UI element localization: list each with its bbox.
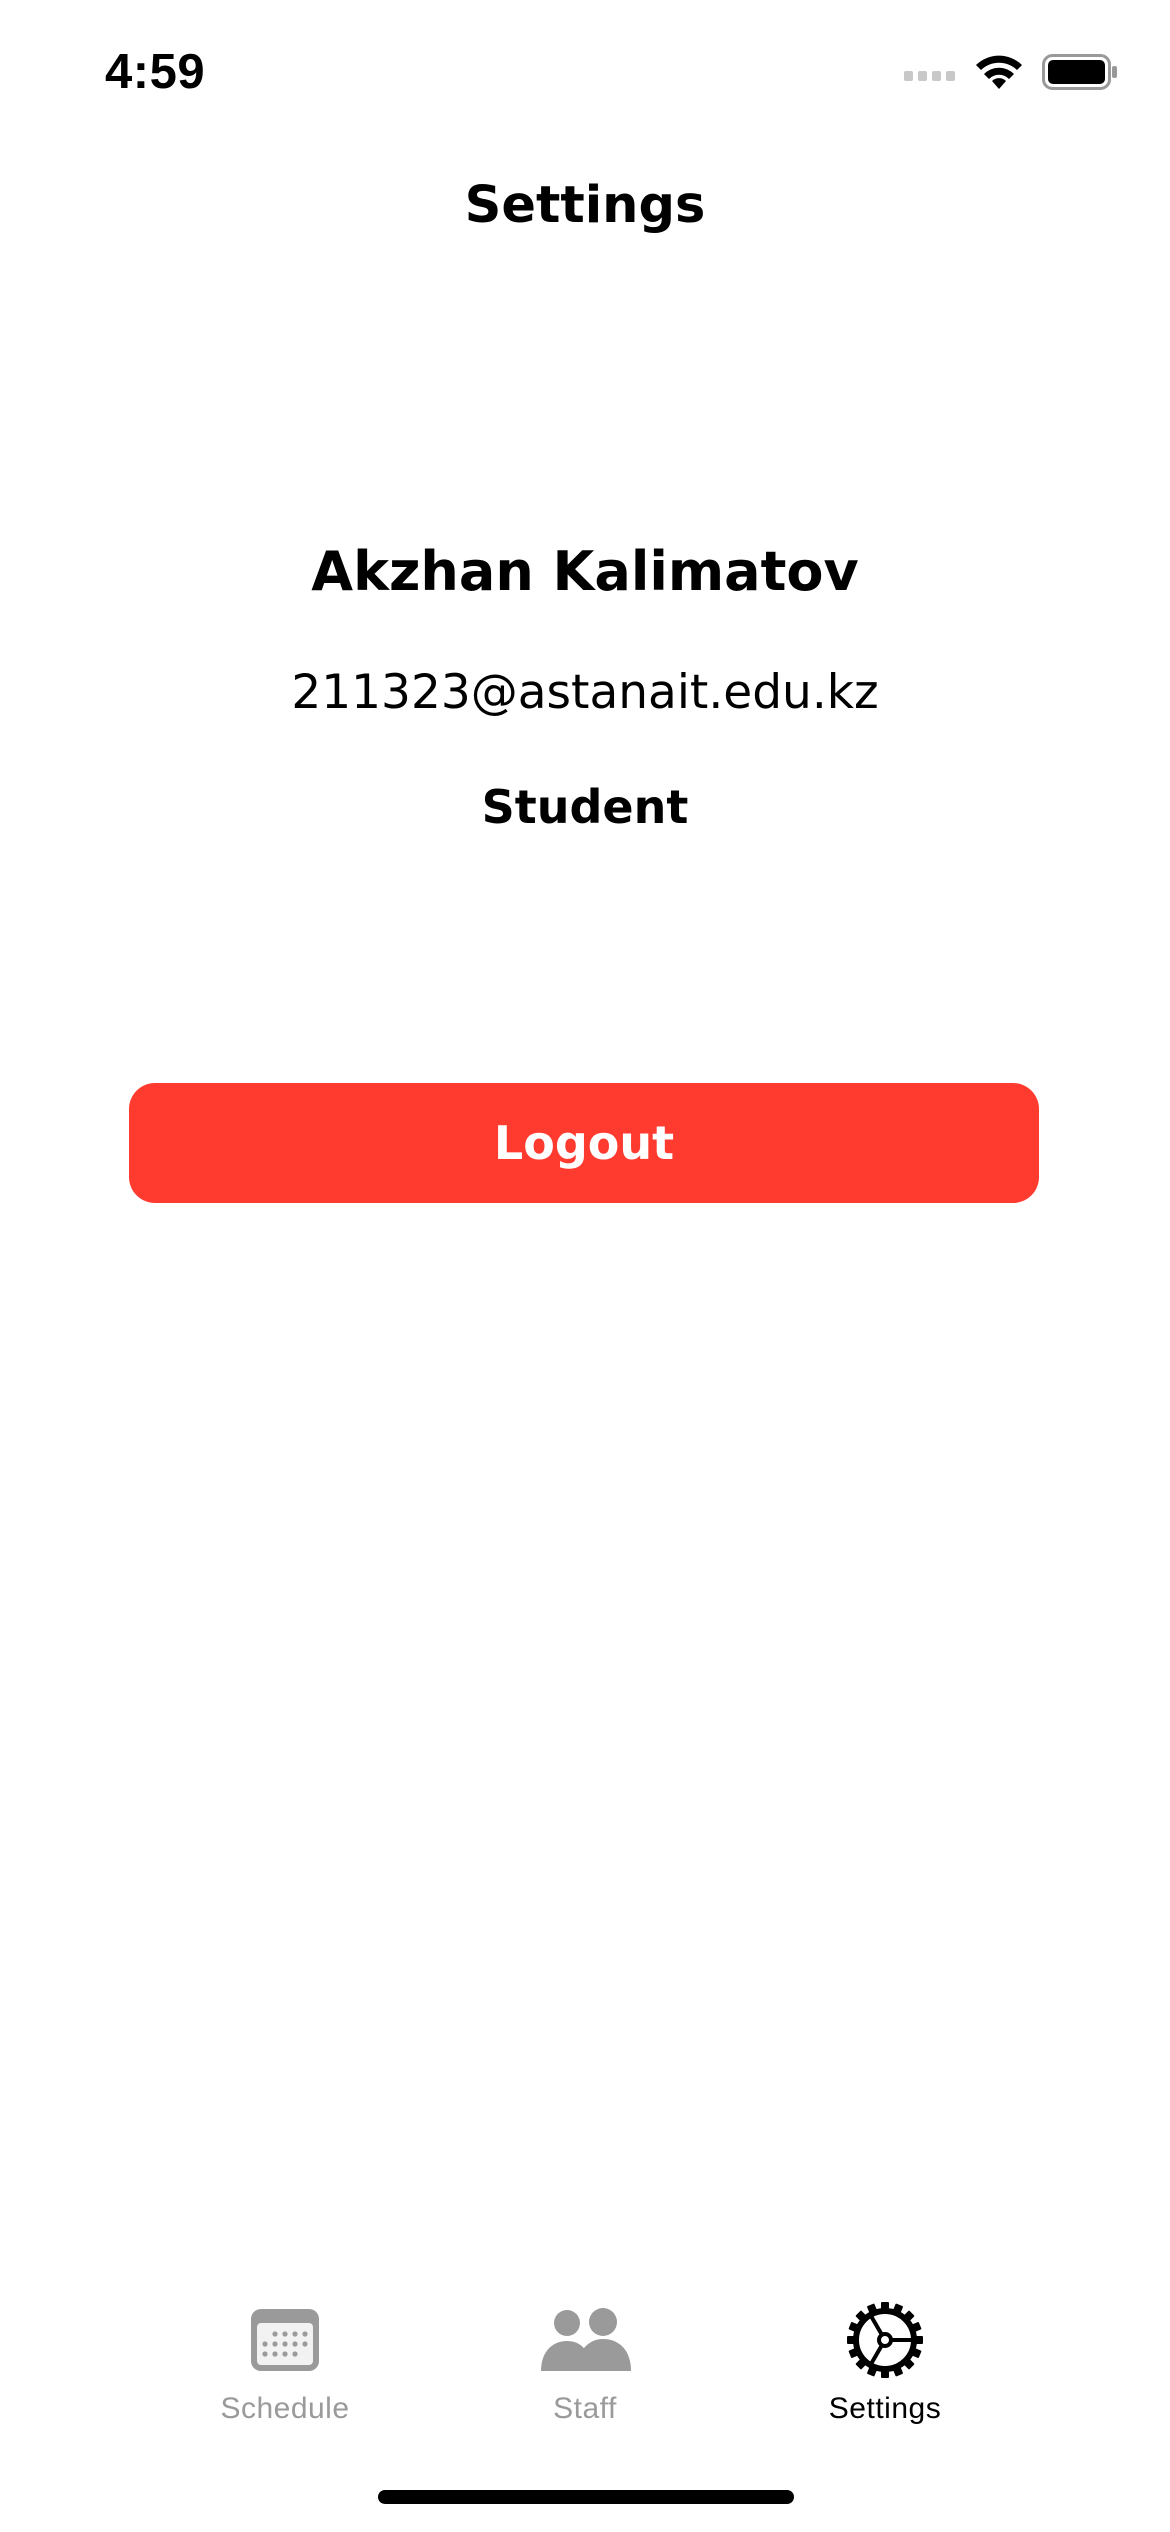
status-icons (904, 50, 1118, 98)
status-bar: 4:59 (0, 0, 1170, 140)
tab-label: Schedule (220, 2392, 350, 2425)
home-indicator[interactable] (378, 2490, 794, 2504)
user-email: 211323@astanait.edu.kz (291, 665, 879, 720)
gear-icon (835, 2300, 935, 2380)
battery-icon (1042, 53, 1118, 95)
tab-bar: Schedule Staff Settings (0, 2270, 1170, 2450)
wifi-icon (974, 53, 1024, 96)
people-icon (535, 2300, 635, 2380)
tab-label: Staff (553, 2392, 617, 2425)
status-time: 4:59 (105, 45, 206, 99)
logout-button[interactable]: Logout (129, 1083, 1039, 1203)
tab-schedule[interactable]: Schedule (155, 2270, 415, 2440)
tab-staff[interactable]: Staff (455, 2270, 715, 2440)
cellular-signal-icon (904, 63, 956, 86)
tab-label: Settings (828, 2392, 942, 2425)
tab-settings[interactable]: Settings (755, 2270, 1015, 2440)
calendar-icon (235, 2300, 335, 2380)
user-role: Student (481, 780, 689, 834)
user-name: Akzhan Kalimatov (311, 540, 859, 603)
page-title: Settings (464, 176, 706, 235)
